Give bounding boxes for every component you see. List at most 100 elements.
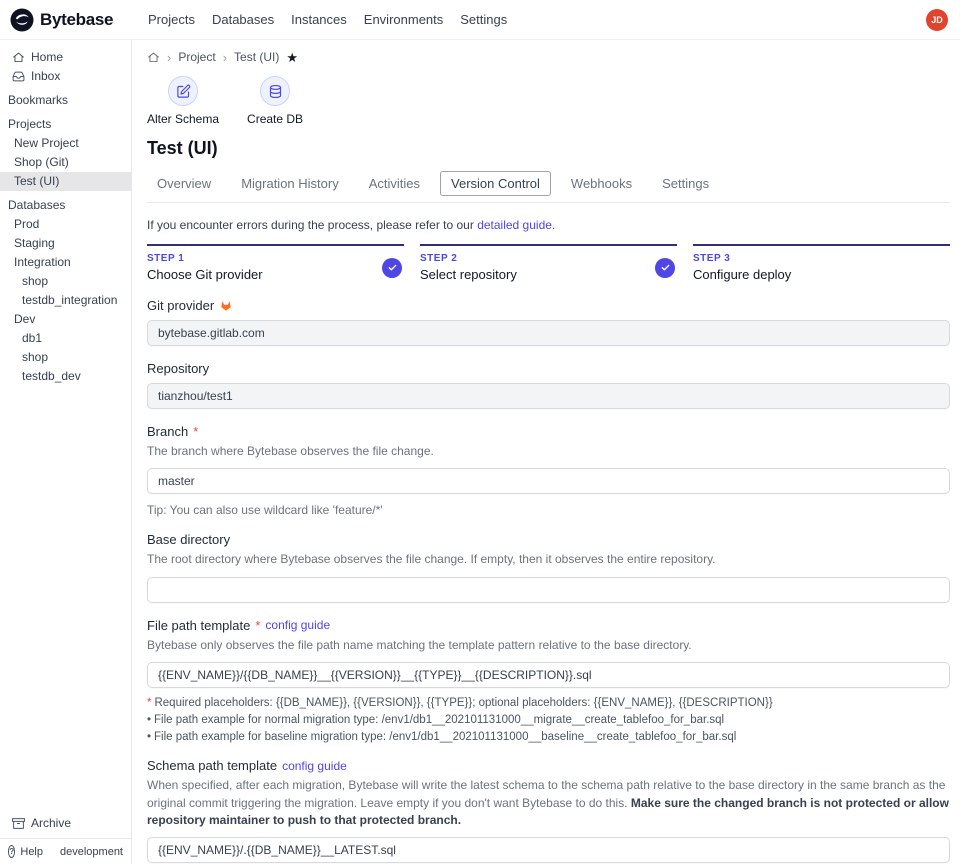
step-complete-icon [655,258,675,278]
sidebar-item-home[interactable]: Home [0,48,131,67]
inbox-icon [12,70,25,83]
sidebar-item-test-ui[interactable]: Test (UI) [0,172,131,191]
create-db-icon [260,76,290,106]
note-text: File path example for normal migration t… [154,714,724,726]
nav-projects[interactable]: Projects [148,12,195,27]
nav-instances[interactable]: Instances [291,12,347,27]
alter-schema-action[interactable]: Alter Schema [147,76,219,126]
sidebar-item-label: testdb_dev [22,369,81,384]
sidebar-bottom-bar: ? Help development [0,838,131,864]
user-avatar[interactable]: JD [926,9,948,31]
sidebar-item-label: shop [22,274,48,289]
breadcrumb-home-icon[interactable] [147,51,160,64]
archive-icon [12,817,25,830]
base-directory-input[interactable] [147,577,950,603]
step-title: Select repository [420,267,517,282]
nav-environments[interactable]: Environments [364,12,443,27]
repository-input[interactable] [147,383,950,409]
sidebar-db-db1[interactable]: db1 [0,329,131,348]
bytebase-logo-icon [10,8,34,32]
field-label-text: Branch [147,424,188,439]
sidebar-env-integration[interactable]: Integration [0,253,131,272]
required-mark: * [193,424,198,439]
sidebar-db-shop-dev[interactable]: shop [0,348,131,367]
step-number: STEP 3 [693,253,791,264]
base-directory-label: Base directory [147,532,950,547]
branch-label: Branch * [147,424,950,439]
step-complete-icon [382,258,402,278]
git-provider-label: Git provider [147,298,950,313]
app-shell: Home Inbox Bookmarks Projects New Projec… [0,40,960,864]
breadcrumb-separator: › [223,51,227,64]
quick-actions: Alter Schema Create DB [147,76,950,126]
sidebar-item-label: shop [22,350,48,365]
repository-label: Repository [147,361,950,376]
note-required-placeholders: *Required placeholders: {{DB_NAME}}, {{V… [147,697,950,709]
sidebar-env-staging[interactable]: Staging [0,234,131,253]
file-path-config-guide-link[interactable]: config guide [265,618,330,632]
file-path-template-input[interactable] [147,662,950,688]
sidebar-item-shop-git[interactable]: Shop (Git) [0,153,131,172]
help-icon[interactable]: ? [8,845,15,858]
sidebar-header-projects[interactable]: Projects [0,115,131,134]
note-marker: • [147,731,151,743]
sidebar-item-inbox[interactable]: Inbox [0,67,131,86]
sidebar-header-bookmarks[interactable]: Bookmarks [0,91,131,110]
sidebar-item-label: testdb_integration [22,293,117,308]
help-label[interactable]: Help [20,846,43,858]
file-path-template-label: File path template * config guide [147,618,950,633]
create-db-action[interactable]: Create DB [247,76,303,126]
sidebar-header-databases[interactable]: Databases [0,196,131,215]
step-texts: STEP 2 Select repository [420,253,517,282]
required-mark: * [255,618,260,633]
field-label-text: Schema path template [147,758,277,773]
file-path-template-notes: *Required placeholders: {{DB_NAME}}, {{V… [147,697,950,743]
detailed-guide-link[interactable]: detailed guide. [477,218,555,232]
sidebar-spacer [0,386,131,814]
sidebar-item-archive[interactable]: Archive [0,814,131,833]
field-label-text: Base directory [147,532,230,547]
step-number: STEP 1 [147,253,263,264]
error-notice: If you encounter errors during the proce… [147,218,950,232]
branch-input[interactable] [147,468,950,494]
tab-activities[interactable]: Activities [359,172,430,195]
sidebar-item-label: Inbox [31,69,60,84]
quick-action-label: Create DB [247,112,303,126]
quick-action-label: Alter Schema [147,112,219,126]
breadcrumb: › Project › Test (UI) ★ [147,50,950,64]
step-number: STEP 2 [420,253,517,264]
step-3: STEP 3 Configure deploy [693,244,950,282]
sidebar-item-label: Home [31,50,63,65]
branch-tip: Tip: You can also use wildcard like 'fea… [147,503,950,517]
main-nav: Projects Databases Instances Environment… [148,12,926,27]
sidebar-item-label: Dev [14,312,35,327]
note-file-path-example-normal: •File path example for normal migration … [147,714,950,726]
step-title: Choose Git provider [147,267,263,282]
tab-webhooks[interactable]: Webhooks [561,172,642,195]
notice-text: If you encounter errors during the proce… [147,218,474,232]
tab-settings[interactable]: Settings [652,172,719,195]
sidebar-env-dev[interactable]: Dev [0,310,131,329]
schema-path-config-guide-link[interactable]: config guide [282,759,347,773]
schema-path-template-field: Schema path template config guide When s… [147,758,950,864]
sidebar-db-testdb-dev[interactable]: testdb_dev [0,367,131,386]
breadcrumb-project[interactable]: Project [178,50,215,64]
note-marker: * [147,697,151,709]
sidebar: Home Inbox Bookmarks Projects New Projec… [0,40,132,864]
tab-migration-history[interactable]: Migration History [231,172,349,195]
sidebar-item-new-project[interactable]: New Project [0,134,131,153]
nav-settings[interactable]: Settings [460,12,507,27]
sidebar-item-label: db1 [22,331,42,346]
bytebase-logo[interactable]: Bytebase [10,8,134,32]
schema-path-template-input[interactable] [147,837,950,863]
nav-databases[interactable]: Databases [212,12,274,27]
tab-version-control[interactable]: Version Control [440,171,551,196]
breadcrumb-separator: › [167,51,171,64]
sidebar-db-shop-integration[interactable]: shop [0,272,131,291]
tab-overview[interactable]: Overview [147,172,221,195]
sidebar-db-testdb-integration[interactable]: testdb_integration [0,291,131,310]
sidebar-header-label: Databases [8,198,65,213]
favorite-star-icon[interactable]: ★ [286,51,298,64]
sidebar-env-prod[interactable]: Prod [0,215,131,234]
git-provider-input[interactable] [147,320,950,346]
